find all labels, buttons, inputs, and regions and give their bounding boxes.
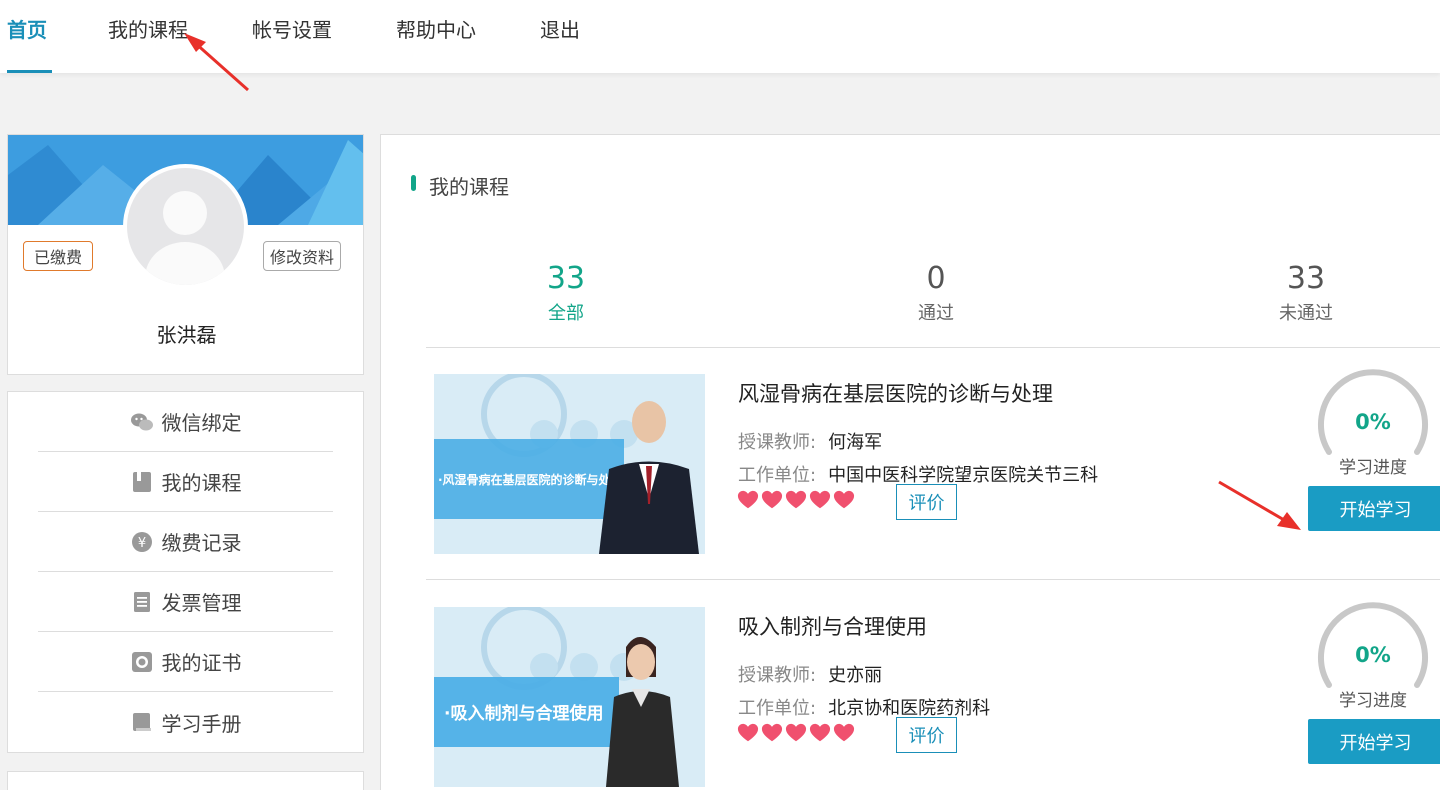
nav-logout[interactable]: 退出 (540, 14, 580, 43)
unit-key: 工作单位: (738, 465, 817, 486)
profile-name: 张洪磊 (156, 323, 217, 347)
course-item: ·风湿骨病在基层医院的诊断与处理 风湿骨病在基层医院的诊断与处理 授课教师: 何海… (426, 348, 1440, 580)
top-nav: 首页 我的课程 帐号设置 帮助中心 退出 (0, 0, 1440, 73)
heart-icon (785, 723, 807, 742)
section-marker (411, 175, 416, 191)
stat-passed-label: 通过 (918, 303, 954, 324)
start-learning-button[interactable]: 开始学习 (1308, 486, 1440, 531)
profile-card: 已缴费 修改资料 张洪磊 (7, 134, 364, 375)
heart-icon (833, 723, 855, 742)
wechat-icon (130, 410, 154, 434)
main-panel: 我的课程 33 全部 0 通过 33 未通过 ·风湿骨病在基层医院的诊断与处理 (380, 134, 1440, 790)
stat-all-count: 33 (546, 261, 586, 296)
course-title[interactable]: 吸入制剂与合理使用 (738, 611, 927, 641)
side-menu-label: 我的证书 (161, 651, 242, 675)
stat-not-passed-count: 33 (1286, 261, 1326, 296)
manual-icon (130, 710, 154, 734)
side-menu-label: 学习手册 (161, 711, 242, 736)
course-thumbnail-text: ·吸入制剂与合理使用 (444, 703, 603, 724)
course-title[interactable]: 风湿骨病在基层医院的诊断与处理 (738, 378, 1053, 408)
side-menu: 微信绑定 我的课程 ¥ 缴费记录 发票管理 我的证书 学习手册 (7, 391, 364, 753)
unit-name: 中国中医科学院望京医院关节三科 (828, 465, 1099, 486)
course-teacher-row: 授课教师: 史亦丽 (738, 661, 882, 687)
progress-percent: 0% (1355, 410, 1391, 434)
heart-icon (785, 490, 807, 509)
side-menu-item-certificate[interactable]: 我的证书 (38, 632, 333, 692)
user-placeholder-icon (145, 191, 225, 285)
heart-icon (809, 490, 831, 509)
avatar[interactable] (123, 164, 248, 289)
side-menu-label: 我的课程 (161, 471, 242, 495)
stat-not-passed[interactable]: 33 未通过 (1206, 261, 1406, 325)
course-item: ·吸入制剂与合理使用 吸入制剂与合理使用 授课教师: 史亦丽 工作单位: 北京协和医… (426, 581, 1440, 790)
heart-icon (761, 490, 783, 509)
rating-hearts (737, 722, 855, 744)
side-menu-item-payment-records[interactable]: ¥ 缴费记录 (38, 512, 333, 572)
heart-icon (737, 723, 759, 742)
nav-my-courses[interactable]: 我的课程 (108, 14, 188, 43)
nav-home[interactable]: 首页 (7, 14, 47, 43)
nav-account-settings[interactable]: 帐号设置 (252, 14, 332, 43)
side-menu-item-invoice[interactable]: 发票管理 (38, 572, 333, 632)
side-menu-item-manual[interactable]: 学习手册 (38, 692, 333, 752)
progress-percent: 0% (1355, 643, 1391, 667)
divider (426, 579, 1440, 580)
course-thumbnail[interactable]: ·吸入制剂与合理使用 (434, 607, 705, 787)
book-icon (130, 470, 154, 494)
heart-icon (737, 490, 759, 509)
edit-profile-button[interactable]: 修改资料 (263, 241, 342, 271)
nav-active-underline (7, 70, 52, 73)
progress-label: 学习进度 (1339, 458, 1407, 478)
document-icon (130, 590, 154, 614)
stat-passed-count: 0 (926, 261, 946, 296)
heart-icon (833, 490, 855, 509)
certificate-icon (130, 650, 154, 674)
stat-all[interactable]: 33 全部 (466, 261, 666, 325)
stat-not-passed-label: 未通过 (1279, 303, 1333, 324)
svg-text:¥: ¥ (137, 536, 145, 551)
unit-name: 北京协和医院药剂科 (828, 698, 991, 719)
progress-label: 学习进度 (1339, 691, 1407, 711)
course-thumbnail-text: ·风湿骨病在基层医院的诊断与处理 (438, 472, 623, 487)
heart-icon (761, 723, 783, 742)
side-menu-label: 微信绑定 (161, 411, 242, 435)
stat-passed[interactable]: 0 通过 (836, 261, 1036, 325)
side-menu-label: 缴费记录 (161, 531, 242, 555)
nav-help-center[interactable]: 帮助中心 (396, 14, 476, 43)
rate-button[interactable]: 评价 (896, 717, 957, 753)
heart-icon (809, 723, 831, 742)
side-menu-item-wechat[interactable]: 微信绑定 (38, 392, 333, 452)
teacher-name: 史亦丽 (828, 665, 883, 686)
rate-button[interactable]: 评价 (896, 484, 957, 520)
teacher-name: 何海军 (828, 432, 883, 453)
side-menu-label: 发票管理 (161, 591, 242, 615)
side-panel-bottom (7, 771, 364, 790)
teacher-key: 授课教师: (738, 432, 817, 453)
paid-status-badge: 已缴费 (23, 241, 94, 271)
yen-icon: ¥ (130, 530, 154, 554)
start-learning-button[interactable]: 开始学习 (1308, 719, 1440, 764)
stat-all-label: 全部 (548, 303, 584, 324)
section-title: 我的课程 (429, 175, 509, 199)
course-teacher-row: 授课教师: 何海军 (738, 428, 882, 454)
rating-hearts (737, 489, 855, 511)
course-thumbnail[interactable]: ·风湿骨病在基层医院的诊断与处理 (434, 374, 705, 554)
side-menu-item-my-courses[interactable]: 我的课程 (38, 452, 333, 512)
unit-key: 工作单位: (738, 698, 817, 719)
teacher-key: 授课教师: (738, 665, 817, 686)
